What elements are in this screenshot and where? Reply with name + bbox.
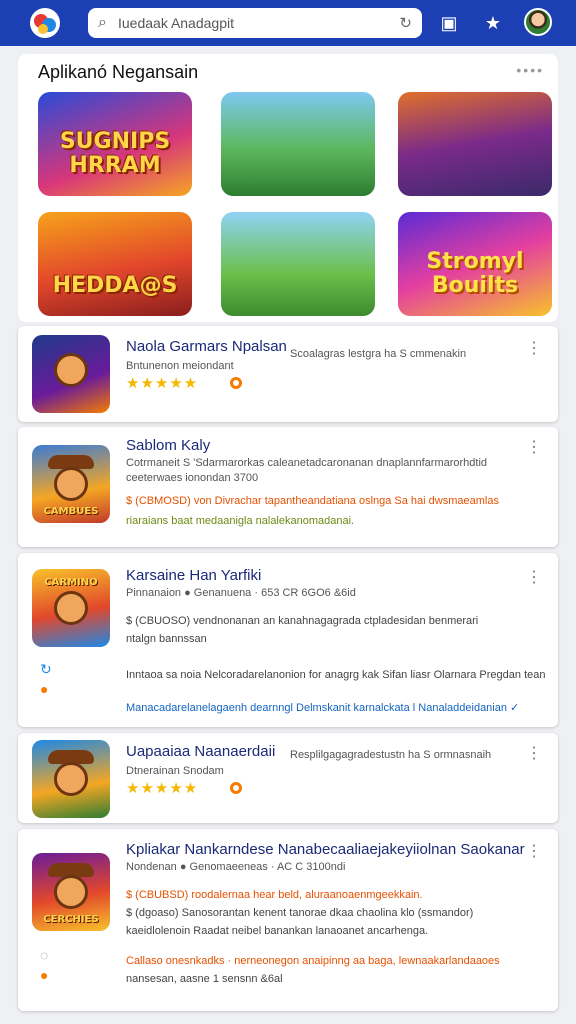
info-line: kaeidlolenoin Raadat neibel banankan lan… xyxy=(126,925,429,937)
app-card[interactable]: Uapaaiaa Naanaerdaii Dtnerainan Snodam R… xyxy=(18,733,558,823)
character-image xyxy=(54,762,88,796)
price-line: $ (CBUOSO) vendnonanan an kanahnagagrada… xyxy=(126,615,479,627)
info-line: ntalgn bannssan xyxy=(126,633,207,645)
badge-icon xyxy=(230,377,242,389)
app-developer: Dtnerainan Snodam xyxy=(126,765,224,777)
badge-icon xyxy=(230,782,242,794)
featured-tile-5[interactable] xyxy=(221,212,375,316)
app-developer: Bntunenon meiondant xyxy=(126,360,234,372)
app-card[interactable]: CERCHIES ◌ ● Kpliakar Nankarndese Nanabe… xyxy=(18,829,558,1011)
detail-line: Callaso onesnkadks · nerneonegon anaipin… xyxy=(126,955,500,967)
tile-label: Stromyl Bouilts xyxy=(426,249,524,298)
detail-line: Inntaoa sa noia Nelcoradarelanonion for … xyxy=(126,669,546,681)
avatar[interactable] xyxy=(524,8,552,36)
featured-section: Aplikanó Negansain •••• SUGNIPS HRRAM HE… xyxy=(18,54,558,322)
app-thumbnail[interactable]: CARMINO xyxy=(32,569,110,647)
share-icon[interactable]: ↻ xyxy=(40,661,52,678)
overflow-menu-icon[interactable]: ⋮ xyxy=(526,437,542,457)
overflow-menu-icon[interactable]: ⋮ xyxy=(526,743,542,763)
info-line: riaraians baat medaanigla nalalekanomada… xyxy=(126,515,355,527)
app-thumbnail[interactable]: CERCHIES xyxy=(32,853,110,931)
app-meta: Nondenan ● Genomaeeneas · AC C 3100ndi xyxy=(126,861,346,873)
app-card[interactable]: CAMBUES Sablom Kaly Cotrmaneit S 'Sdarma… xyxy=(18,427,558,547)
search-bar[interactable]: ⌕ ↻ xyxy=(88,8,422,38)
featured-tile-6[interactable]: Stromyl Bouilts xyxy=(398,212,552,316)
tile-label: HEDDA@S xyxy=(52,273,178,298)
link-line[interactable]: Manacadarelanelagaenh dearnngl Delmskani… xyxy=(126,701,519,714)
character-image xyxy=(54,353,88,387)
app-title[interactable]: Sablom Kaly xyxy=(126,437,210,454)
overflow-menu-icon[interactable]: ⋮ xyxy=(526,841,542,861)
app-thumbnail[interactable] xyxy=(32,740,110,818)
app-thumbnail[interactable] xyxy=(32,335,110,413)
featured-tile-1[interactable]: SUGNIPS HRRAM xyxy=(38,92,192,196)
featured-tile-3[interactable] xyxy=(398,92,552,196)
star-badge-icon[interactable]: ★ xyxy=(480,10,506,36)
detail-line-2: nansesan, aasne 1 sensnn &6al xyxy=(126,973,283,985)
price-line-2: $ (dgoaso) Sanosorantan kenent tanorae d… xyxy=(126,907,474,919)
price-line: $ (CBMOSD) von Divrachar tapantheandatia… xyxy=(126,495,499,507)
more-icon[interactable]: •••• xyxy=(516,62,544,78)
thumbnail-caption: CARMINO xyxy=(44,577,98,588)
thumbnail-caption: CAMBUES xyxy=(43,506,99,517)
search-input[interactable] xyxy=(118,15,400,31)
character-image xyxy=(54,875,88,909)
app-meta: Pinnanaion ● Genanuena · 653 CR 6GO6 &6i… xyxy=(126,587,356,599)
character-image xyxy=(54,467,88,501)
app-thumbnail[interactable]: CAMBUES xyxy=(32,445,110,523)
app-title[interactable]: Naola Garmars Npalsan xyxy=(126,338,287,355)
overflow-menu-icon[interactable]: ⋮ xyxy=(526,567,542,587)
app-logo[interactable] xyxy=(30,8,60,38)
app-card[interactable]: CARMINO ↻ ● Karsaine Han Yarfiki Pinnana… xyxy=(18,553,558,727)
featured-tile-2[interactable] xyxy=(221,92,375,196)
download-icon[interactable]: ● xyxy=(40,967,48,983)
featured-tile-4[interactable]: HEDDA@S xyxy=(38,212,192,316)
app-card[interactable]: Naola Garmars Npalsan Bntunenon meiondan… xyxy=(18,326,558,422)
app-title[interactable]: Uapaaiaa Naanaerdaii xyxy=(126,743,275,760)
price-line: $ (CBUBSD) roodalernaa hear beld, aluraa… xyxy=(126,889,423,901)
app-meta: Cotrmaneit S 'Sdarmarorkas caleanetadcar… xyxy=(126,457,488,469)
app-description: Scoalagras lestgra ha S cmmenakin xyxy=(290,348,467,360)
app-title[interactable]: Kpliakar Nankarndese Nanabecaaliaejakeyi… xyxy=(126,841,525,858)
character-image xyxy=(54,591,88,625)
search-icon: ⌕ xyxy=(98,14,107,31)
info-icon[interactable]: ◌ xyxy=(40,947,48,963)
logo-dot-yellow xyxy=(38,24,48,34)
overflow-menu-icon[interactable]: ⋮ xyxy=(526,338,542,358)
rating-stars: ★★★★★ xyxy=(126,375,199,392)
top-app-bar: ⌕ ↻ ▣ ★ xyxy=(0,0,576,46)
thumbnail-caption: CERCHIES xyxy=(43,914,99,925)
download-icon[interactable]: ● xyxy=(40,681,48,697)
app-meta-2: ceeterwaes ionondan 3700 xyxy=(126,472,259,484)
app-title[interactable]: Karsaine Han Yarfiki xyxy=(126,567,261,584)
refresh-icon[interactable]: ↻ xyxy=(399,14,412,32)
rating-stars: ★★★★★ xyxy=(126,780,199,797)
section-title: Aplikanó Negansain xyxy=(38,62,199,82)
tile-label: SUGNIPS HRRAM xyxy=(59,129,171,178)
app-description: Resplilgagagradestustn ha S ormnasnaih xyxy=(290,749,492,761)
library-icon[interactable]: ▣ xyxy=(436,10,462,36)
